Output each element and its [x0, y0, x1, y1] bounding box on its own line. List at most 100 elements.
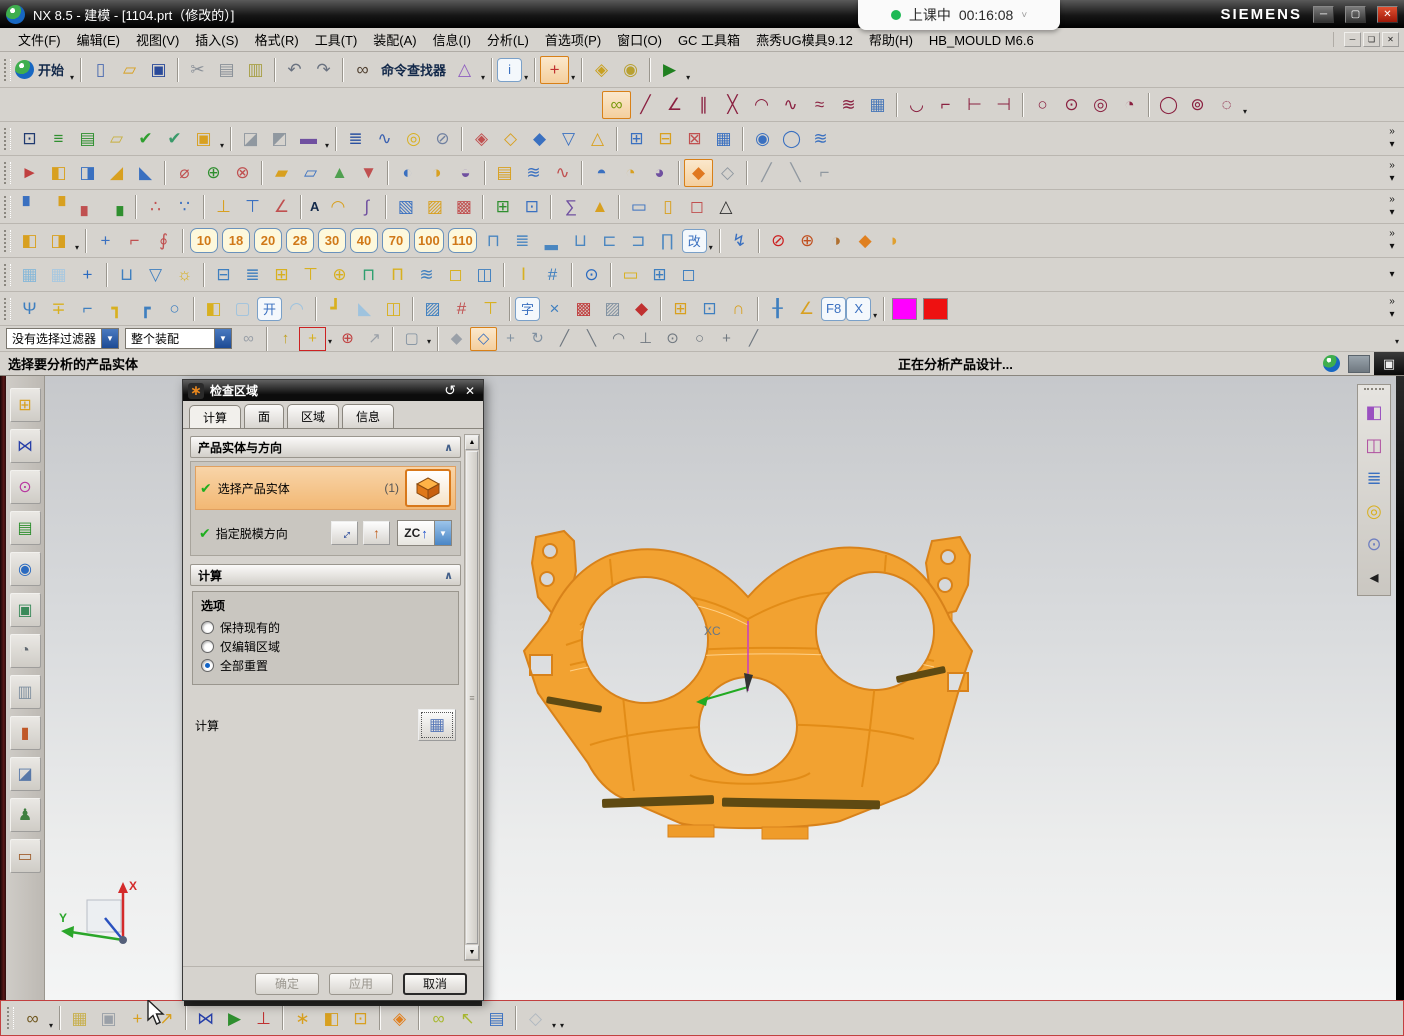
dialog-scrollbar[interactable]: ▲ ≡ ▼: [464, 434, 480, 961]
red-swatch[interactable]: [923, 298, 948, 320]
core-icon[interactable]: ◻: [674, 261, 703, 289]
tab-区域[interactable]: 区域: [287, 404, 339, 428]
dropdown-caret-icon[interactable]: ▾: [47, 1021, 55, 1030]
menu-item-S[interactable]: 插入(S): [187, 33, 246, 48]
menu-item-R[interactable]: 格式(R): [247, 33, 307, 48]
dome3-icon[interactable]: ◕: [645, 159, 674, 187]
ellipse3-icon[interactable]: ◯: [777, 125, 806, 153]
size-button-18[interactable]: 18: [222, 228, 250, 253]
arc2-icon[interactable]: ◠: [323, 193, 352, 221]
exploded-view-icon[interactable]: ◈: [385, 1004, 414, 1032]
dropdown-caret-icon[interactable]: ▾: [871, 311, 879, 320]
vector2-icon[interactable]: ◆: [525, 125, 554, 153]
dropdown-caret-icon[interactable]: ▾: [569, 73, 577, 82]
palette-door-icon-button[interactable]: ▥: [10, 675, 41, 709]
graphics-viewport[interactable]: XC X Y ◧◫≣◎⊙◂ ∗: [45, 376, 1396, 1000]
wave-geometry-icon[interactable]: ∞: [424, 1004, 453, 1032]
contour-icon[interactable]: ∮: [149, 227, 178, 255]
history-icon-button[interactable]: ▣: [10, 593, 41, 627]
therefore-icon[interactable]: ∴: [141, 193, 170, 221]
x-form-icon[interactable]: ×: [540, 295, 569, 323]
cross-blue-icon[interactable]: +: [91, 227, 120, 255]
plate2-icon[interactable]: ⊟: [209, 261, 238, 289]
mdi-restore-button[interactable]: ❏: [1363, 32, 1380, 47]
collapse-arrow-icon[interactable]: ◂: [1360, 565, 1388, 589]
spring2-icon[interactable]: ≋: [412, 261, 441, 289]
stack2-icon[interactable]: ▤: [490, 159, 519, 187]
clamp-icon[interactable]: Ψ: [15, 295, 44, 323]
toolbar-grip[interactable]: [4, 162, 11, 184]
snap-slash-icon[interactable]: ╱: [740, 327, 767, 351]
box-dot-icon[interactable]: ⊡: [695, 295, 724, 323]
dialog-reset-icon[interactable]: ↺: [444, 382, 456, 399]
hatch1-icon[interactable]: ▧: [391, 193, 420, 221]
list-pick-icon[interactable]: ▬: [294, 125, 323, 153]
snap-circle-icon[interactable]: ○: [686, 327, 713, 351]
orange-sheet-icon[interactable]: ◗: [880, 227, 909, 255]
toolbar-overflow-button[interactable]: »▾: [1384, 297, 1400, 320]
redo-icon[interactable]: ↷: [309, 56, 338, 84]
lightning-icon[interactable]: ↯: [725, 227, 754, 255]
snap-point-icon[interactable]: ⊕: [334, 327, 361, 351]
mesh-icon[interactable]: ▦: [709, 125, 738, 153]
hatch4-icon[interactable]: ▨: [418, 295, 447, 323]
menu-item-GC[interactable]: GC 工具箱: [670, 33, 748, 48]
circle-center-icon[interactable]: ⊙: [1057, 91, 1086, 119]
angle3-icon[interactable]: ∠: [792, 295, 821, 323]
dropdown-caret-icon[interactable]: ▾: [68, 73, 76, 82]
toolbar-grip[interactable]: [4, 264, 11, 286]
selection-filter-dropdown[interactable]: 没有选择过滤器 ▼: [6, 328, 119, 349]
verify-cube-icon[interactable]: ▣: [189, 125, 218, 153]
brush-icon[interactable]: ▨: [598, 295, 627, 323]
slash2-icon[interactable]: ╲: [781, 159, 810, 187]
save-icon[interactable]: ▣: [144, 56, 173, 84]
window-prism-icon[interactable]: △: [450, 56, 479, 84]
scroll-up-icon[interactable]: ▲: [465, 435, 479, 450]
cap-icon[interactable]: ∩: [724, 295, 753, 323]
wireframe-cube-icon[interactable]: ◇: [470, 327, 497, 351]
plus-circle-icon[interactable]: ⊕: [199, 159, 228, 187]
mold-u-icon[interactable]: ⊓: [479, 227, 508, 255]
pin2-icon[interactable]: ∓: [44, 295, 73, 323]
maximize-button[interactable]: ▢: [1345, 6, 1366, 23]
constraint-perp-icon[interactable]: ⊥: [249, 1004, 278, 1032]
orange-cube-icon[interactable]: ◆: [851, 227, 880, 255]
toolbar-grip[interactable]: [7, 1007, 14, 1029]
studio-spline-icon[interactable]: ≈: [805, 91, 834, 119]
orient-cube-icon[interactable]: ◧: [1360, 400, 1388, 424]
tee-icon[interactable]: ⊤: [238, 193, 267, 221]
chevron-down-icon[interactable]: ▼: [214, 329, 231, 348]
paste-icon[interactable]: ▥: [241, 56, 270, 84]
tri-gold2-icon[interactable]: ▲: [585, 193, 614, 221]
vector-dialog-button[interactable]: ↔: [331, 521, 358, 545]
down-tri-icon[interactable]: ▽: [554, 125, 583, 153]
fit-view-button[interactable]: ▣: [1374, 352, 1404, 375]
scene-editor-icon-button[interactable]: ◪: [10, 757, 41, 791]
tag-icon[interactable]: ▱: [102, 125, 131, 153]
layer-list-icon[interactable]: ▤: [73, 125, 102, 153]
corner-gold-icon[interactable]: ◢: [102, 159, 131, 187]
no-spring-icon[interactable]: ⊘: [428, 125, 457, 153]
tube-icon[interactable]: ⊙: [1360, 532, 1388, 556]
mdi-minimize-button[interactable]: ─: [1344, 32, 1361, 47]
size-button-100[interactable]: 100: [414, 228, 444, 253]
scroll-down-icon[interactable]: ▼: [465, 945, 479, 960]
menu-item-O[interactable]: 窗口(O): [609, 33, 670, 48]
extend-icon[interactable]: ⊣: [989, 91, 1018, 119]
wand-icon[interactable]: ↑: [272, 327, 299, 351]
menu-item-E[interactable]: 编辑(E): [69, 33, 128, 48]
dropdown-caret-icon[interactable]: ▾: [323, 141, 331, 150]
select-product-body-row[interactable]: ✔ 选择产品实体 (1): [195, 466, 456, 510]
section-product-body[interactable]: 产品实体与方向 ∧: [190, 436, 461, 458]
trim-icon[interactable]: ⊢: [960, 91, 989, 119]
mold-plate-icon[interactable]: ≣: [508, 227, 537, 255]
spline-icon[interactable]: ∿: [776, 91, 805, 119]
scrollbar-thumb[interactable]: ≡: [466, 451, 478, 944]
undo-icon[interactable]: ↶: [280, 56, 309, 84]
constraint-navigator-icon-button[interactable]: ⋈: [10, 429, 41, 463]
menu-item-L[interactable]: 分析(L): [479, 33, 537, 48]
grid-dots1-icon[interactable]: ▦: [15, 261, 44, 289]
corner-icon[interactable]: ⌐: [931, 91, 960, 119]
well-icon[interactable]: #: [447, 295, 476, 323]
rail2-icon[interactable]: ╂: [763, 295, 792, 323]
